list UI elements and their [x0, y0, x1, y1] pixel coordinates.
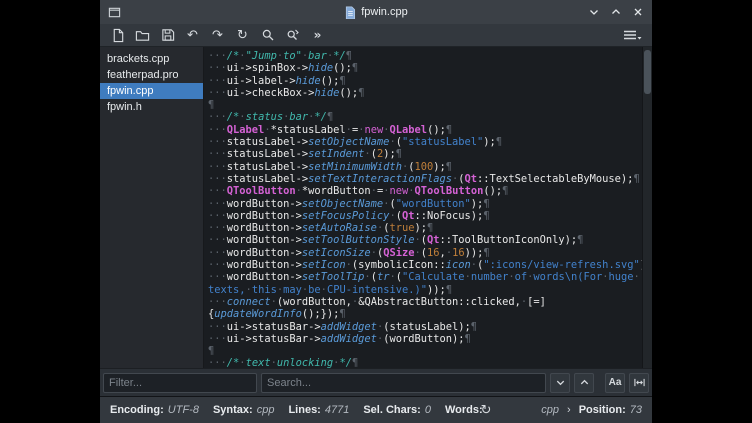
code-line: ···statusLabel->setObjectName·("statusLa… [208, 136, 642, 148]
undo-button[interactable]: ↶ [182, 26, 203, 45]
file-item[interactable]: fpwin.cpp [100, 83, 203, 99]
lines-label: Lines: [288, 404, 320, 416]
code-line: texts,·this·may·be·CPU-intensive.)"));¶ [208, 284, 642, 296]
code-line: ···ui->checkBox->hide();¶ [208, 87, 642, 99]
chevron-right-icon: › [567, 404, 571, 416]
file-item[interactable]: brackets.cpp [100, 51, 203, 67]
search-input[interactable] [261, 373, 546, 393]
search-row: Aa [100, 368, 652, 396]
code-line: ···wordButton->setIconSize·(QSize·(16,·1… [208, 247, 642, 259]
chevron-down-icon [555, 377, 566, 388]
code-line: ···statusLabel->setIndent·(2);¶ [208, 148, 642, 160]
code-line: ···ui->statusBar->addWidget·(wordButton)… [208, 333, 642, 345]
syntax-value: cpp [257, 404, 275, 416]
file-list[interactable]: brackets.cppfeatherpad.profpwin.cppfpwin… [100, 47, 204, 368]
code-line: ···/*·"Jump·to"·bar·*/¶ [208, 50, 642, 62]
encoding-label: Encoding: [110, 404, 164, 416]
redo-icon: ↷ [212, 29, 223, 42]
encoding-status: Encoding: UTF-8 [110, 404, 199, 416]
position-value: 73 [630, 404, 642, 416]
code-line: ¶ [208, 345, 642, 357]
refresh-words-button[interactable]: ↻ [481, 404, 492, 417]
statusbar: Encoding: UTF-8 Syntax: cpp Lines: 4771 … [100, 396, 652, 423]
lines-status: Lines: 4771 [288, 404, 349, 416]
lines-value: 4771 [325, 404, 349, 416]
sel-chars-label: Sel. Chars: [363, 404, 420, 416]
code-line: ···wordButton->setToolTip·(tr·("Calculat… [208, 271, 642, 283]
refresh-icon: ↻ [481, 403, 492, 418]
code-line: ···ui->label->hide();¶ [208, 75, 642, 87]
toolbar-overflow-button[interactable]: » [307, 26, 328, 45]
words-status: Words: ↻ [445, 404, 492, 417]
titlebar[interactable]: fpwin.cpp [100, 0, 652, 24]
code-line: ···wordButton->setObjectName·("wordButto… [208, 198, 642, 210]
minimize-button[interactable] [588, 6, 600, 18]
code-line: ···wordButton->setIcon·(symbolicIcon::ic… [208, 259, 642, 271]
file-item[interactable]: fpwin.h [100, 99, 203, 115]
code-line: ···ui->statusBar->addWidget·(statusLabel… [208, 321, 642, 333]
sel-chars-value: 0 [425, 404, 431, 416]
editor-scrollbar[interactable] [642, 47, 652, 368]
file-type-icon [344, 6, 356, 19]
code-line: ···/*·status·bar·*/¶ [208, 111, 642, 123]
code-line: ···statusLabel->setTextInteractionFlags·… [208, 173, 642, 185]
window-title: fpwin.cpp [361, 6, 407, 18]
find-replace-button[interactable] [282, 26, 303, 45]
code-line: ···wordButton->setToolButtonStyle·(Qt::T… [208, 234, 642, 246]
code-line: ¶ [208, 99, 642, 111]
overflow-icon: » [314, 29, 322, 41]
search-next-button[interactable] [550, 373, 570, 393]
code-line: {updateWordInfo();});¶ [208, 308, 642, 320]
code-line: ···statusLabel->setMinimumWidth·(100);¶ [208, 161, 642, 173]
save-icon [161, 28, 175, 42]
open-file-button[interactable] [132, 26, 153, 45]
hamburger-menu-icon [622, 28, 642, 42]
main-area: brackets.cppfeatherpad.profpwin.cppfpwin… [100, 47, 652, 368]
new-document-button[interactable] [107, 26, 128, 45]
undo-icon: ↶ [187, 29, 198, 42]
whole-words-icon [633, 377, 646, 388]
match-case-icon: Aa [609, 377, 622, 388]
redo-button[interactable]: ↷ [207, 26, 228, 45]
chevron-up-icon [579, 377, 590, 388]
filter-input[interactable] [103, 373, 257, 393]
app-icon [108, 6, 121, 19]
search-icon [261, 28, 275, 42]
open-folder-icon [135, 28, 150, 42]
match-case-button[interactable]: Aa [605, 373, 625, 393]
encoding-value: UTF-8 [168, 404, 199, 416]
featherpad-window: fpwin.cpp ↶ ↷ [100, 0, 652, 423]
maximize-button[interactable] [610, 6, 622, 18]
search-previous-button[interactable] [574, 373, 594, 393]
sel-chars-status: Sel. Chars: 0 [363, 404, 431, 416]
statusbar-right: cpp › Position: 73 [541, 404, 642, 416]
code-line: ···QLabel·*statusLabel·=·new·QLabel();¶ [208, 124, 642, 136]
code-line: ···/*·text·unlocking·*/¶ [208, 357, 642, 368]
file-item[interactable]: featherpad.pro [100, 67, 203, 83]
code-line: ···connect·(wordButton,·&QAbstractButton… [208, 296, 642, 308]
code-line: ···QToolButton·*wordButton·=·new·QToolBu… [208, 185, 642, 197]
menu-button[interactable] [619, 26, 645, 45]
code-line: ···wordButton->setAutoRaise·(true);¶ [208, 222, 642, 234]
whole-words-button[interactable] [629, 373, 649, 393]
syntax-status: Syntax: cpp [213, 404, 275, 416]
find-replace-icon [286, 28, 300, 42]
words-label: Words: [445, 404, 483, 416]
reload-button[interactable]: ↻ [232, 26, 253, 45]
search-button[interactable] [257, 26, 278, 45]
new-document-icon [111, 28, 125, 43]
save-button[interactable] [157, 26, 178, 45]
close-button[interactable] [632, 6, 644, 18]
syntax-label: Syntax: [213, 404, 253, 416]
reload-icon: ↻ [237, 29, 248, 42]
code-line: ···ui->spinBox->hide();¶ [208, 62, 642, 74]
code-line: ···wordButton->setFocusPolicy·(Qt::NoFoc… [208, 210, 642, 222]
scrollbar-handle[interactable] [644, 50, 651, 94]
toolbar: ↶ ↷ ↻ » [100, 24, 652, 47]
language-button[interactable]: cpp [541, 404, 559, 416]
code-editor[interactable]: ···/*·"Jump·to"·bar·*/¶···ui->spinBox->h… [204, 47, 642, 368]
position-label: Position: [579, 404, 626, 416]
